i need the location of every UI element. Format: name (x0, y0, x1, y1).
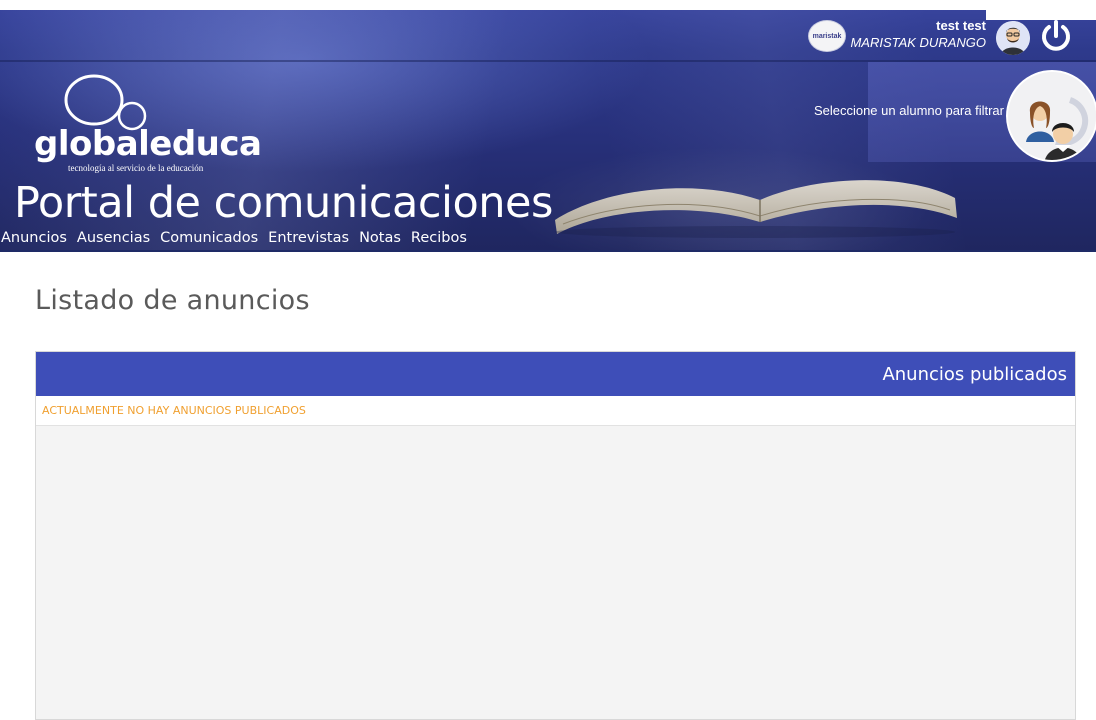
nav-item-comunicados[interactable]: Comunicados (160, 230, 258, 246)
nav-item-recibos[interactable]: Recibos (411, 230, 467, 246)
book-illustration (555, 180, 957, 238)
nav-item-notas[interactable]: Notas (359, 230, 401, 246)
empty-state-message: ACTUALMENTE NO HAY ANUNCIOS PUBLICADOS (36, 396, 1075, 426)
page-title: Listado de anuncios (35, 285, 310, 316)
top-strip (0, 0, 1096, 10)
nav-item-ausencias[interactable]: Ausencias (77, 230, 150, 246)
user-school: MARISTAK DURANGO (850, 35, 986, 50)
top-strip-corner (986, 0, 1096, 20)
user-avatar[interactable] (996, 21, 1030, 55)
nav-item-anuncios[interactable]: Anuncios (1, 230, 67, 246)
logo-wordmark: globaleduca (34, 124, 262, 164)
school-logo-text: maristak (812, 32, 842, 40)
panel-header: Anuncios publicados (36, 352, 1075, 396)
user-name: test test (936, 18, 986, 33)
portal-title: Portal de comunicaciones (14, 178, 553, 228)
header-banner: maristak test test MARISTAK DURANGO glob… (0, 0, 1096, 252)
school-logo: maristak (808, 20, 846, 52)
main-nav: Anuncios Ausencias Comunicados Entrevist… (1, 230, 477, 246)
student-filter-button[interactable] (1006, 70, 1096, 162)
student-filter-label: Seleccione un alumno para filtrar (813, 103, 1004, 118)
students-icon (1008, 72, 1096, 160)
logout-button[interactable] (1038, 18, 1074, 54)
power-icon (1042, 20, 1070, 51)
announcements-panel: Anuncios publicados ACTUALMENTE NO HAY A… (35, 351, 1076, 720)
banner-bottom-line (0, 250, 1096, 252)
nav-item-entrevistas[interactable]: Entrevistas (268, 230, 349, 246)
user-avatar-icon (996, 21, 1030, 55)
logo-tagline: tecnología al servicio de la educación (68, 163, 204, 173)
